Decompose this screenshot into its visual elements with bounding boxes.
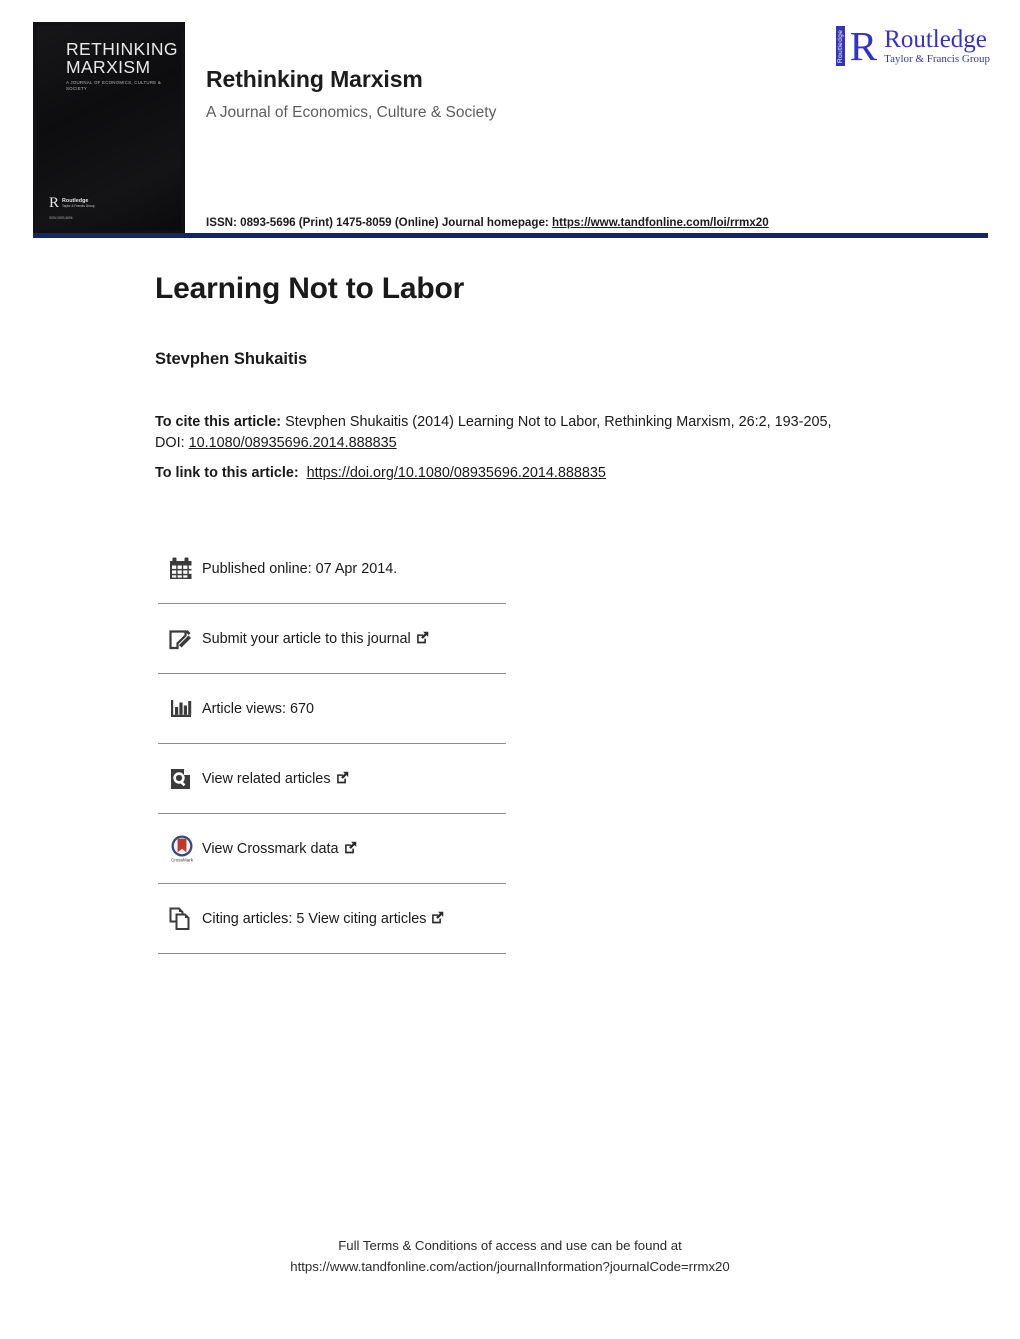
metric-row-citing-articles[interactable]: Citing articles: 5 View citing articles (158, 884, 506, 954)
journal-cover-title: RETHINKING MARXISM (66, 39, 178, 77)
metric-row-crossmark[interactable]: CrossMark View Crossmark data (158, 814, 506, 884)
external-link-icon (336, 771, 349, 784)
routledge-name: Routledge (884, 25, 987, 53)
external-link-icon (344, 841, 357, 854)
footer-terms-text: Full Terms & Conditions of access and us… (338, 1238, 682, 1253)
metric-label: View related articles (202, 771, 349, 787)
citing-articles-icon (158, 906, 202, 932)
crossmark-text: View Crossmark data (202, 840, 339, 857)
submit-article-text: Submit your article to this journal (202, 630, 411, 647)
metric-row-related-articles[interactable]: View related articles (158, 744, 506, 814)
routledge-vertical-label: Routledge (835, 26, 845, 66)
calendar-icon (158, 556, 202, 582)
article-doi-url-link[interactable]: https://doi.org/10.1080/08935696.2014.88… (307, 465, 606, 481)
issn-text: ISSN: 0893-5696 (Print) 1475-8059 (Onlin… (206, 216, 549, 229)
journal-cover-subtitle: A JOURNAL OF ECONOMICS, CULTURE & SOCIET… (66, 80, 162, 91)
article-views-icon (158, 696, 202, 722)
citation-block: To cite this article: Stevphen Shukaitis… (155, 412, 855, 454)
routledge-r-icon: R (849, 23, 878, 69)
external-link-icon (431, 911, 444, 924)
header-divider (33, 233, 988, 238)
svg-text:CrossMark: CrossMark (171, 857, 194, 862)
journal-homepage-link[interactable]: https://www.tandfonline.com/loi/rrmx20 (552, 216, 769, 229)
related-articles-icon (158, 766, 202, 792)
metric-row-published-online: Published online: 07 Apr 2014. (158, 534, 506, 604)
related-articles-text: View related articles (202, 770, 331, 787)
citing-articles-text: Citing articles: 5 View citing articles (202, 910, 427, 927)
routledge-logo[interactable]: Routledge R Routledge Taylor & Francis G… (835, 23, 990, 69)
article-title: Learning Not to Labor (155, 272, 465, 305)
journal-cover-thumbnail[interactable]: RETHINKING MARXISM A JOURNAL OF ECONOMIC… (33, 22, 185, 234)
journal-cover-publisher-logo: R Routledge Taylor & Francis Group (49, 195, 95, 211)
link-label: To link to this article: (155, 465, 299, 481)
metric-label: Submit your article to this journal (202, 631, 429, 647)
doi-link[interactable]: 10.1080/08935696.2014.888835 (189, 435, 397, 451)
metric-label: View Crossmark data (202, 841, 357, 857)
journal-cover-publisher-group: Taylor & Francis Group (62, 204, 95, 208)
crossmark-icon: CrossMark (158, 834, 202, 864)
page-footer: Full Terms & Conditions of access and us… (0, 1235, 1020, 1277)
metric-label: Article views: 670 (202, 701, 314, 717)
metric-row-article-views: Article views: 670 (158, 674, 506, 744)
external-link-icon (416, 631, 429, 644)
journal-name: Rethinking Marxism (206, 66, 423, 92)
published-online-text: Published online: 07 Apr 2014. (202, 560, 398, 577)
article-metrics-list: Published online: 07 Apr 2014. Submit yo… (158, 534, 506, 954)
journal-cover-artwork: RETHINKING MARXISM A JOURNAL OF ECONOMIC… (37, 26, 181, 230)
journal-cover-title-line2: MARXISM (66, 57, 151, 77)
article-views-text: Article views: 670 (202, 700, 314, 717)
journal-subtitle: A Journal of Economics, Culture & Societ… (206, 104, 497, 121)
footer-terms-url: https://www.tandfonline.com/action/journ… (290, 1259, 730, 1274)
routledge-group: Taylor & Francis Group (884, 52, 990, 65)
issn-line: ISSN: 0893-5696 (Print) 1475-8059 (Onlin… (206, 216, 769, 229)
routledge-r-mark-icon: R (49, 195, 60, 211)
page-header: RETHINKING MARXISM A JOURNAL OF ECONOMIC… (0, 0, 1020, 238)
submit-article-icon (158, 626, 202, 652)
article-link-block: To link to this article: https://doi.org… (155, 463, 606, 484)
metric-label: Citing articles: 5 View citing articles (202, 911, 444, 927)
journal-cover-issn: ISSN 0893-5696 (49, 216, 73, 220)
journal-cover-title-line1: RETHINKING (66, 39, 178, 59)
metric-label: Published online: 07 Apr 2014. (202, 561, 397, 577)
metric-row-submit-article[interactable]: Submit your article to this journal (158, 604, 506, 674)
cite-label: To cite this article: (155, 414, 282, 430)
article-author: Stevphen Shukaitis (155, 350, 308, 368)
